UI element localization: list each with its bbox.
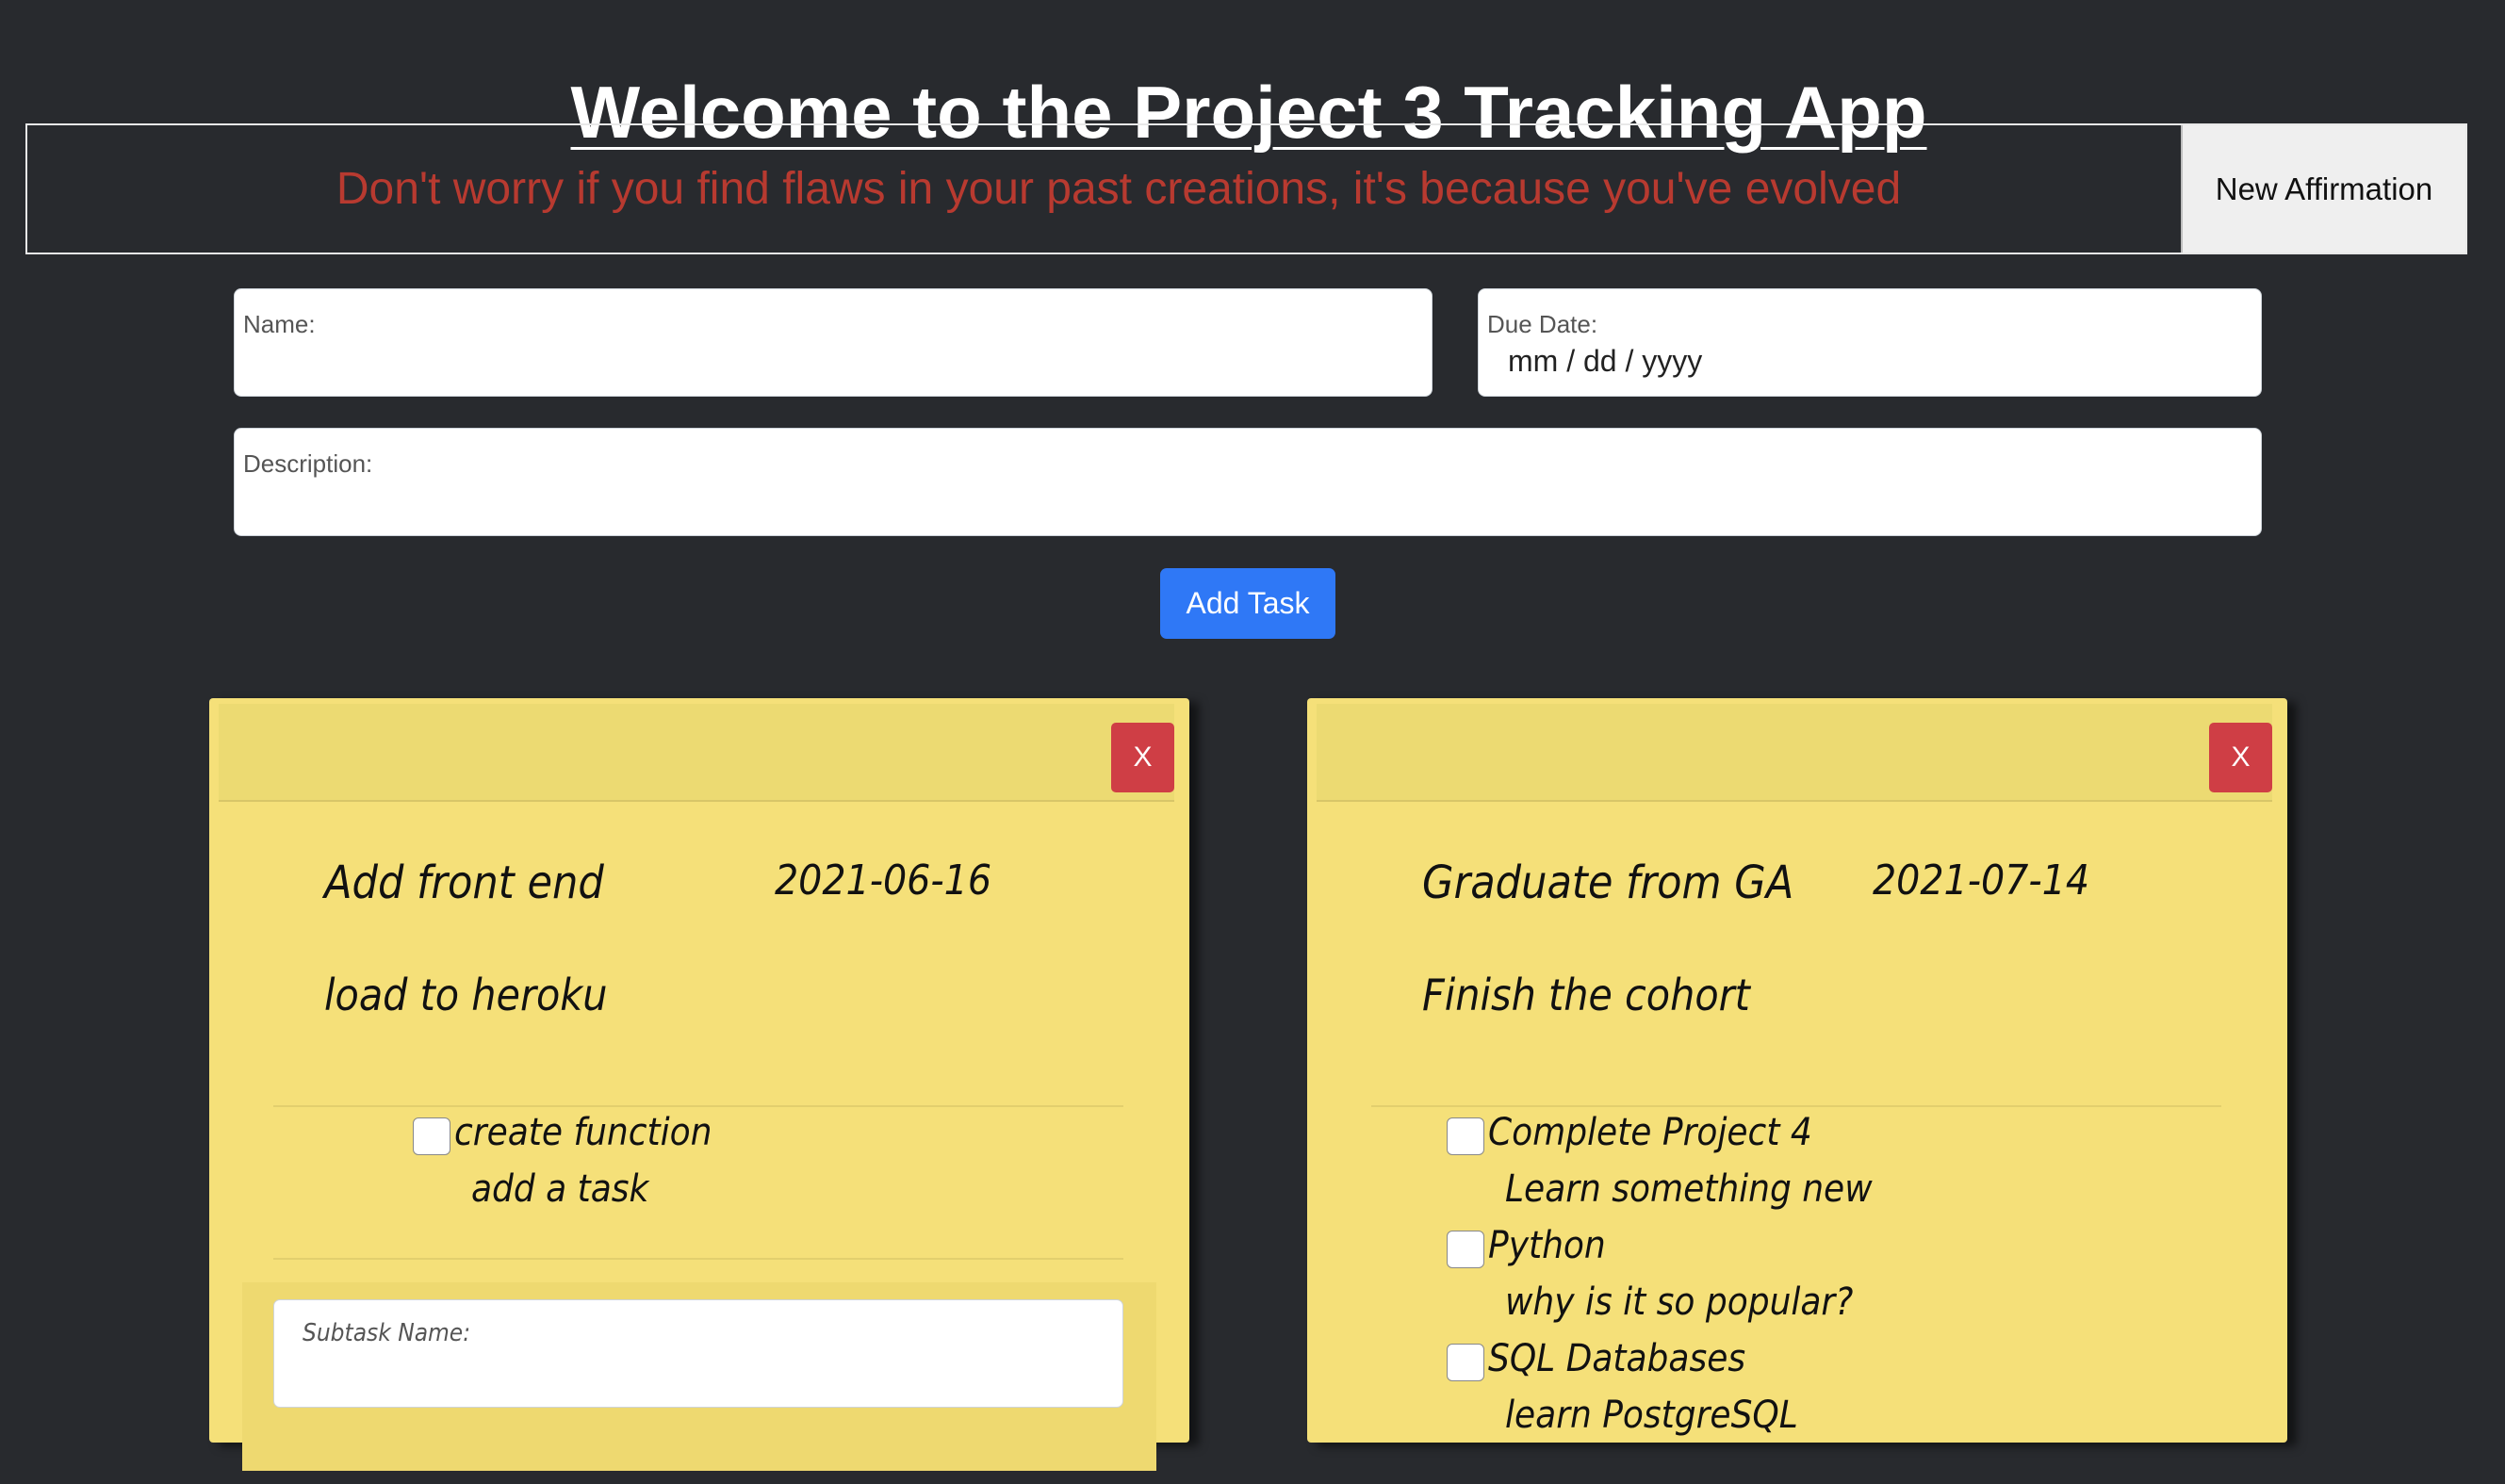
subtask-description: Learn something new — [1505, 1167, 1873, 1211]
subtask-list: Complete Project 4 Learn something new P… — [1371, 1105, 2221, 1484]
description-label: Description: — [243, 449, 373, 478]
subtask-item: Python why is it so popular? — [1371, 1220, 2221, 1333]
task-card: X Graduate from GA 2021-07-14 Finish the… — [1307, 698, 2287, 1443]
subtask-name: create function — [454, 1111, 712, 1154]
due-date-label: Due Date: — [1487, 310, 1598, 338]
task-description: Finish the cohort — [1422, 970, 1750, 1020]
subtask-list: create function add a task — [273, 1105, 1123, 1260]
subtask-checkbox[interactable] — [413, 1117, 450, 1155]
subtask-description: learn PostgreSQL — [1505, 1394, 1798, 1437]
subtask-checkbox[interactable] — [1447, 1231, 1484, 1268]
task-name: Graduate from GA — [1422, 856, 1794, 909]
due-date-placeholder: mm / dd / yyyy — [1508, 344, 1703, 378]
subtask-checkbox[interactable] — [1447, 1344, 1484, 1381]
subtask-checkbox[interactable] — [1447, 1117, 1484, 1155]
task-description: load to heroku — [324, 970, 608, 1020]
subtask-name: Python — [1488, 1224, 1606, 1267]
subtask-name-input[interactable]: Subtask Name: — [273, 1299, 1123, 1408]
subtask-name: SQL Databases — [1488, 1337, 1746, 1380]
subtask-item: SQL Databases learn PostgreSQL — [1371, 1333, 2221, 1446]
subtask-item: create function add a task — [273, 1107, 1123, 1220]
add-task-button[interactable]: Add Task — [1160, 568, 1335, 639]
task-due-date: 2021-06-16 — [775, 856, 992, 905]
name-input[interactable]: Name: — [234, 288, 1433, 397]
delete-task-button[interactable]: X — [2209, 723, 2272, 792]
delete-task-button[interactable]: X — [1111, 723, 1174, 792]
affirmation-banner: Don't worry if you find flaws in your pa… — [25, 123, 2467, 254]
subtask-description: why is it so popular? — [1505, 1280, 1854, 1324]
subtask-item: Complete Project 4 Learn something new — [1371, 1107, 2221, 1220]
description-input[interactable]: Description: — [234, 428, 2262, 536]
affirmation-text: Don't worry if you find flaws in your pa… — [336, 164, 1902, 214]
subtask-name-label: Subtask Name: — [303, 1319, 471, 1347]
new-affirmation-button[interactable]: New Affirmation — [2181, 125, 2465, 253]
task-card-header: X — [1317, 704, 2272, 802]
task-card-header: X — [219, 704, 1174, 802]
task-due-date: 2021-07-14 — [1873, 856, 2090, 905]
task-name: Add front end — [324, 856, 604, 909]
name-label: Name: — [243, 310, 316, 338]
due-date-input[interactable]: Due Date: mm / dd / yyyy — [1478, 288, 2262, 397]
subtask-description: add a task — [471, 1167, 649, 1211]
subtask-form: Subtask Name: — [242, 1282, 1156, 1471]
subtask-name: Complete Project 4 — [1488, 1111, 1812, 1154]
task-card: X Add front end 2021-06-16 load to herok… — [209, 698, 1189, 1471]
